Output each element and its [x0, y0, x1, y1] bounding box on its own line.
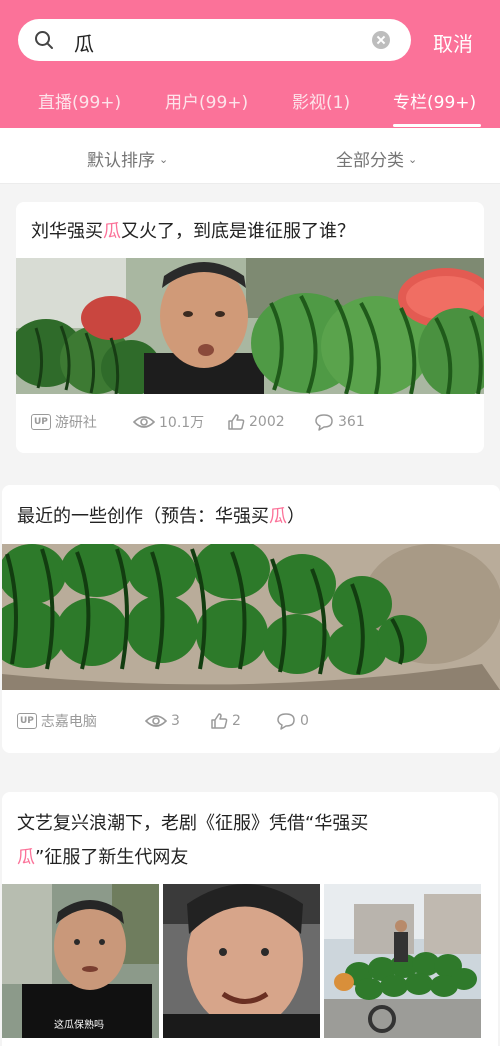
author[interactable]: UP 游研社: [31, 412, 97, 432]
clear-icon[interactable]: [372, 31, 390, 49]
article-card[interactable]: 最近的一些创作（预告：华强买瓜） UP 志嘉电脑 3 2 0: [2, 485, 500, 753]
category-label: 全部分类: [336, 151, 404, 171]
comment-count[interactable]: 361: [314, 412, 365, 432]
article-card[interactable]: 刘华强买瓜又火了，到底是谁征服了谁？ UP 游研社 10.1万 2002 361: [16, 202, 484, 453]
comment-count[interactable]: 0: [276, 711, 309, 731]
tab-indicator: [393, 124, 481, 127]
thumbs-up-icon: [228, 414, 245, 430]
search-input[interactable]: 瓜: [18, 19, 411, 61]
sort-label: 默认排序: [87, 151, 155, 171]
comment-icon: [277, 713, 295, 730]
search-icon: [35, 31, 53, 49]
article-title-line2: 瓜”征服了新生代网友: [17, 847, 189, 868]
sort-dropdown[interactable]: 默认排序 ⌄: [87, 146, 168, 171]
up-icon: UP: [17, 713, 37, 729]
tab-users[interactable]: 用户(99+): [165, 88, 248, 113]
thumbs-up-icon: [211, 713, 228, 729]
article-cover-image: [2, 544, 500, 690]
like-count[interactable]: 2002: [227, 412, 285, 432]
filter-bar: 默认排序 ⌄ 全部分类 ⌄: [0, 128, 500, 184]
article-image-3: [324, 884, 481, 1038]
category-dropdown[interactable]: 全部分类 ⌄: [336, 146, 417, 171]
eye-icon: [133, 416, 155, 428]
article-meta: UP 游研社 10.1万 2002 361: [31, 412, 471, 432]
search-tabs: 直播(99+) 用户(99+) 影视(1) 专栏(99+): [0, 88, 500, 128]
cancel-button[interactable]: 取消: [433, 28, 473, 57]
article-image-1: [2, 884, 159, 1038]
view-count: 3: [145, 711, 180, 731]
article-cover-image: [16, 258, 484, 394]
article-title: 最近的一些创作（预告：华强买瓜）: [17, 506, 305, 527]
search-header: 瓜 取消 直播(99+) 用户(99+) 影视(1) 专栏(99+): [0, 0, 500, 128]
article-card[interactable]: 文艺复兴浪潮下，老剧《征服》凭借“华强买 瓜”征服了新生代网友 这瓜保熟吗: [2, 792, 498, 1046]
tab-articles[interactable]: 专栏(99+): [393, 88, 476, 113]
up-icon: UP: [31, 414, 51, 430]
comment-icon: [315, 414, 333, 431]
article-title: 刘华强买瓜又火了，到底是谁征服了谁？: [31, 221, 355, 242]
search-query: 瓜: [74, 32, 94, 56]
image-caption: 这瓜保熟吗: [54, 1020, 104, 1031]
chevron-down-icon: ⌄: [408, 153, 418, 166]
tab-live[interactable]: 直播(99+): [38, 88, 121, 113]
like-count[interactable]: 2: [210, 711, 241, 731]
article-meta: UP 志嘉电脑 3 2 0: [17, 711, 477, 731]
tab-movies[interactable]: 影视(1): [292, 88, 350, 113]
article-image-2: [163, 884, 320, 1038]
eye-icon: [145, 715, 167, 727]
chevron-down-icon: ⌄: [159, 153, 169, 166]
view-count: 10.1万: [133, 412, 204, 432]
article-title: 文艺复兴浪潮下，老剧《征服》凭借“华强买: [17, 813, 369, 834]
author[interactable]: UP 志嘉电脑: [17, 711, 97, 731]
